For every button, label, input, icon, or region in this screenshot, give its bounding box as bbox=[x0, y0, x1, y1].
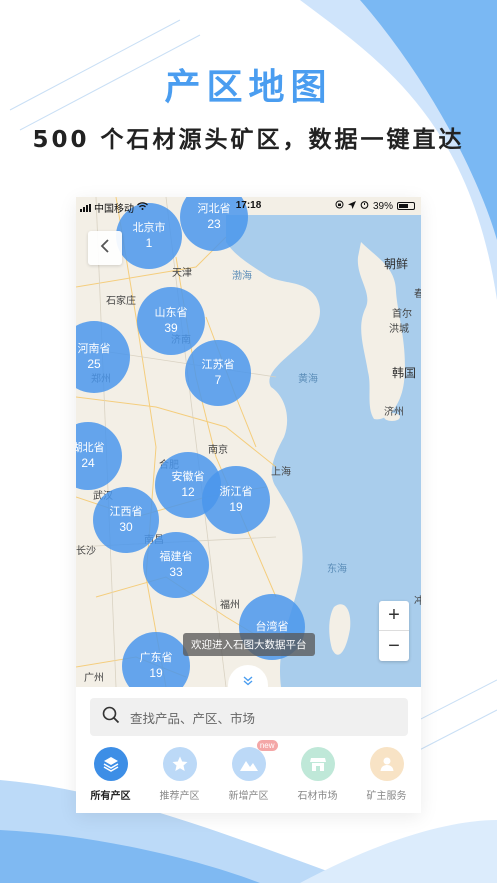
chevron-left-icon bbox=[99, 238, 111, 258]
tab-label: 所有产区 bbox=[90, 791, 131, 802]
location-icon bbox=[347, 200, 356, 212]
new-badge: new bbox=[256, 740, 278, 751]
tab-recommended-regions[interactable]: 推荐产区 bbox=[145, 747, 214, 802]
map-label: 渤海 bbox=[232, 271, 252, 282]
tab-owner-service[interactable]: 矿主服务 bbox=[352, 747, 421, 802]
battery-icon bbox=[397, 202, 415, 210]
tab-new-regions[interactable]: new 新增产区 bbox=[214, 740, 283, 802]
bottom-tab-bar: 所有产区 推荐产区 new 新增产区 石材市场 矿主服务 bbox=[76, 740, 421, 807]
alarm-icon bbox=[360, 200, 369, 212]
map-label: 东海 bbox=[327, 564, 347, 575]
cluster-marker[interactable]: 福建省 33 bbox=[143, 532, 209, 598]
zoom-out-button[interactable]: − bbox=[379, 631, 409, 661]
map-label: 南京 bbox=[208, 445, 228, 456]
search-icon bbox=[102, 706, 120, 728]
cluster-marker[interactable]: 江西省 30 bbox=[93, 487, 159, 553]
map-label: 洪城 bbox=[389, 324, 409, 335]
tab-label: 推荐产区 bbox=[159, 791, 200, 802]
headline-title: 产区地图 bbox=[164, 67, 333, 108]
map-label: 朝鲜 bbox=[384, 257, 409, 271]
status-bar: 中国移动 17:18 39% bbox=[76, 197, 421, 215]
headline-subtitle: 500 个石材源头矿区，数据一键直达 bbox=[32, 127, 465, 153]
phone-screen: 中国移动 17:18 39% 天津 石家庄 渤海 朝鲜 首尔 洪城 韩国 黄海 … bbox=[76, 197, 421, 813]
map-label: 天津 bbox=[172, 268, 192, 279]
mountain-icon: new bbox=[231, 740, 278, 781]
map-label: 石家庄 bbox=[106, 296, 136, 307]
map-label: 黄海 bbox=[298, 374, 318, 385]
zoom-in-button[interactable]: + bbox=[379, 601, 409, 631]
back-button[interactable] bbox=[88, 231, 122, 265]
map-label: 韩国 bbox=[392, 366, 417, 380]
cluster-marker[interactable]: 山东省 39 bbox=[137, 287, 205, 355]
tab-label: 石材市场 bbox=[297, 791, 338, 802]
tab-label: 新增产区 bbox=[228, 791, 269, 802]
map-label: 春 bbox=[414, 289, 421, 300]
store-icon bbox=[300, 747, 335, 781]
map-label: 福州 bbox=[220, 600, 240, 611]
tab-all-regions[interactable]: 所有产区 bbox=[76, 747, 145, 802]
cluster-marker[interactable]: 江苏省 7 bbox=[185, 340, 251, 406]
battery-percent: 39% bbox=[372, 200, 393, 212]
welcome-toast: 欢迎进入石图大数据平台 bbox=[183, 633, 315, 656]
map-label: 长沙 bbox=[76, 546, 96, 557]
tab-label: 矿主服务 bbox=[366, 791, 407, 802]
double-chevron-down-icon bbox=[242, 671, 254, 687]
search-input[interactable]: 查找产品、产区、市场 bbox=[90, 698, 408, 736]
map-label: 冲 bbox=[414, 596, 421, 607]
search-placeholder: 查找产品、产区、市场 bbox=[130, 710, 256, 726]
map-label: 济州 bbox=[384, 407, 404, 418]
lock-rotation-icon bbox=[335, 200, 344, 212]
province-map[interactable]: 中国移动 17:18 39% 天津 石家庄 渤海 朝鲜 首尔 洪城 韩国 黄海 … bbox=[76, 197, 421, 687]
star-icon bbox=[162, 747, 197, 781]
cluster-marker[interactable]: 浙江省 19 bbox=[202, 466, 270, 534]
map-label: 上海 bbox=[271, 467, 291, 478]
tab-stone-market[interactable]: 石材市场 bbox=[283, 747, 352, 802]
map-label: 广州 bbox=[84, 673, 104, 684]
zoom-control: + − bbox=[379, 601, 409, 661]
person-icon bbox=[369, 747, 404, 781]
layers-icon bbox=[93, 747, 128, 781]
map-label: 首尔 bbox=[392, 309, 412, 320]
